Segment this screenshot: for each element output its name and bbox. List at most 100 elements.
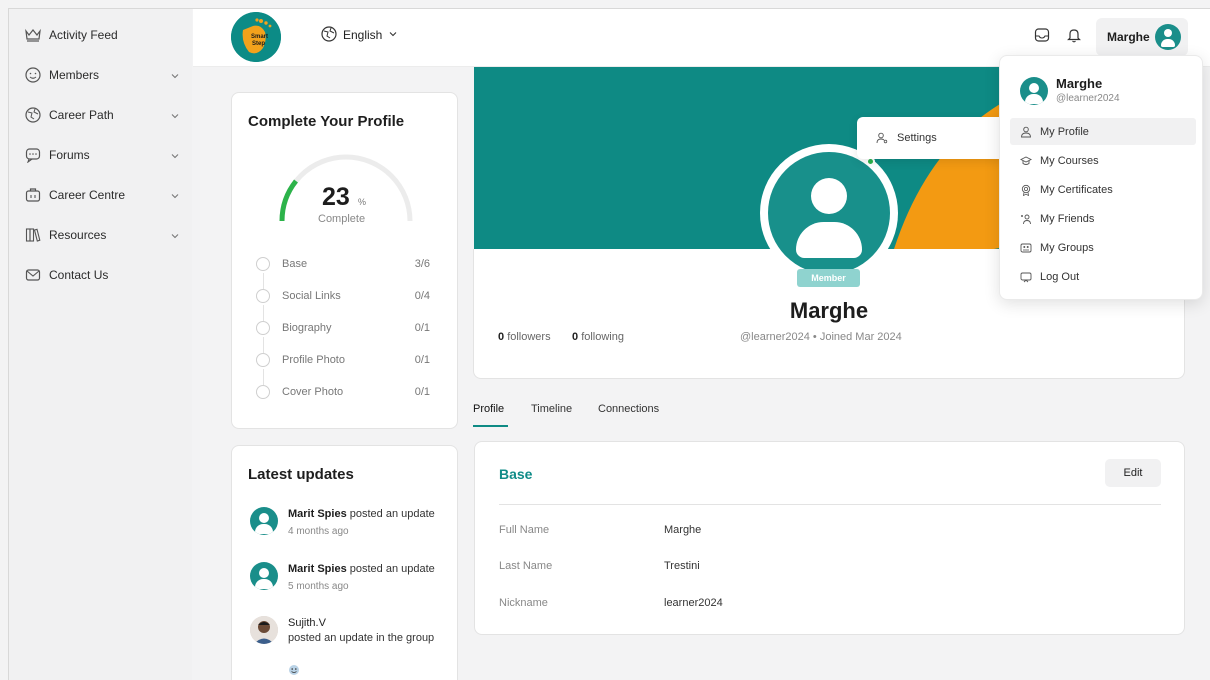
smart-step-logo[interactable]: Smart Step [231, 12, 281, 62]
language-selector[interactable]: English [321, 25, 398, 45]
progress-step[interactable]: Cover Photo 0/1 [256, 384, 430, 400]
step-count: 0/4 [414, 290, 430, 302]
following-count[interactable]: 0 following [572, 331, 624, 343]
graduation-cap-icon [1020, 155, 1032, 167]
percent-sign: % [358, 197, 367, 207]
edit-button[interactable]: Edit [1105, 459, 1161, 487]
member-badge: Member [797, 269, 860, 287]
update-time: 5 months ago [288, 581, 349, 592]
svg-text:Step: Step [252, 41, 265, 47]
profile-avatar[interactable] [760, 144, 898, 282]
sidebar-item-members[interactable]: Members [25, 64, 180, 86]
bell-icon[interactable] [1064, 25, 1084, 45]
avatar [250, 616, 278, 644]
chevron-down-icon[interactable] [170, 70, 180, 80]
progress-step[interactable]: Base 3/6 [256, 256, 430, 272]
step-name: Social Links [282, 290, 341, 302]
profile-handle: @learner2024 • Joined Mar 2024 [740, 331, 902, 343]
friends-icon [1020, 213, 1032, 225]
field-value: Trestini [664, 560, 700, 572]
tab-timeline[interactable]: Timeline [531, 403, 572, 415]
sidebar-item-forums[interactable]: Forums [25, 144, 180, 166]
active-tab-indicator [473, 425, 508, 427]
sidebar-item-activity-feed[interactable]: Activity Feed [25, 24, 180, 46]
tab-connections[interactable]: Connections [598, 403, 659, 415]
update-author[interactable]: Marit Spies [288, 508, 347, 520]
complete-profile-card: Complete Your Profile 23 % Complete Base… [231, 92, 458, 429]
sidebar-item-label: Resources [49, 228, 107, 242]
followers-count[interactable]: 0 followers [498, 331, 551, 343]
base-info-card: Base Edit Full Name Marghe Last Name Tre… [474, 441, 1185, 635]
avatar [250, 507, 278, 535]
profile-name: Marghe [789, 298, 869, 323]
field-label: Full Name [499, 524, 550, 536]
list-item[interactable]: Marit Spies posted an update 4 months ag… [250, 507, 440, 543]
briefcase-icon [25, 187, 41, 203]
sidebar-item-career-centre[interactable]: Career Centre [25, 184, 180, 206]
svg-text:Smart: Smart [251, 34, 268, 40]
update-action: posted an update in the group [288, 632, 435, 644]
user-settings-icon [876, 132, 888, 144]
progress-step[interactable]: Biography 0/1 [256, 320, 430, 336]
sidebar-item-label: Contact Us [49, 268, 109, 282]
update-action: posted an update [346, 508, 435, 520]
progress-step[interactable]: Profile Photo 0/1 [256, 352, 430, 368]
field-value: Marghe [664, 524, 702, 536]
step-circle-icon [256, 321, 270, 335]
step-name: Cover Photo [282, 386, 344, 398]
card-title: Latest updates [248, 466, 354, 483]
update-author[interactable]: Marit Spies [288, 563, 347, 575]
progress-step[interactable]: Social Links 0/4 [256, 288, 430, 304]
chevron-down-icon[interactable] [170, 230, 180, 240]
menu-item-my-courses[interactable]: My Courses [1010, 147, 1196, 174]
chevron-down-icon[interactable] [170, 190, 180, 200]
step-circle-icon [256, 353, 270, 367]
menu-item-my-groups[interactable]: My Groups [1010, 234, 1196, 261]
avatar [1155, 24, 1181, 50]
menu-item-my-certificates[interactable]: My Certificates [1010, 176, 1196, 203]
section-title: Base [499, 466, 533, 482]
chevron-down-icon[interactable] [170, 150, 180, 160]
menu-item-log-out[interactable]: Log Out [1010, 263, 1196, 290]
user-name: Marghe [1107, 30, 1150, 44]
sidebar-item-contact-us[interactable]: Contact Us [25, 264, 180, 286]
sidebar-item-label: Career Path [49, 108, 114, 122]
menu-item-my-profile[interactable]: My Profile [1010, 118, 1196, 145]
user-menu-button[interactable]: Marghe [1096, 18, 1188, 56]
update-text: Sujith.V posted an update in the group [288, 616, 448, 646]
avatar [250, 562, 278, 590]
menu-item-my-friends[interactable]: My Friends [1010, 205, 1196, 232]
menu-item-label: Log Out [1040, 270, 1080, 283]
user-icon [1020, 126, 1032, 138]
sidebar-item-label: Activity Feed [49, 28, 118, 42]
sidebar-item-label: Members [49, 68, 100, 82]
step-circle-icon [256, 385, 270, 399]
menu-item-label: My Courses [1040, 154, 1099, 167]
chevron-down-icon[interactable] [170, 110, 180, 120]
completion-label: Complete [318, 213, 366, 225]
latest-updates-card: Latest updates Marit Spies posted an upd… [231, 445, 458, 680]
step-name: Biography [282, 322, 332, 334]
settings-menu-item[interactable]: Settings [857, 117, 1009, 159]
list-item[interactable]: Marit Spies posted an update 5 months ag… [250, 562, 440, 598]
step-circle-icon [256, 257, 270, 271]
menu-item-label: My Friends [1040, 212, 1095, 225]
step-count: 0/1 [414, 386, 430, 398]
menu-item-label: My Profile [1040, 125, 1089, 138]
language-label: English [343, 28, 383, 42]
step-count: 0/1 [414, 322, 430, 334]
tab-profile[interactable]: Profile [473, 403, 504, 415]
inbox-icon[interactable] [1032, 25, 1052, 45]
group-icon [288, 664, 300, 679]
field-label: Nickname [499, 597, 548, 609]
sidebar-item-label: Forums [49, 148, 90, 162]
list-item[interactable]: Sujith.V posted an update in the group [250, 616, 440, 680]
step-name: Base [282, 258, 308, 270]
sidebar-item-label: Career Centre [49, 188, 126, 202]
avatar [1020, 77, 1048, 105]
sidebar-item-career-path[interactable]: Career Path [25, 104, 180, 126]
update-author[interactable]: Sujith.V [288, 617, 326, 629]
update-time: 4 months ago [288, 526, 349, 537]
sidebar-item-resources[interactable]: Resources [25, 224, 180, 246]
update-text: Marit Spies posted an update [288, 562, 448, 577]
